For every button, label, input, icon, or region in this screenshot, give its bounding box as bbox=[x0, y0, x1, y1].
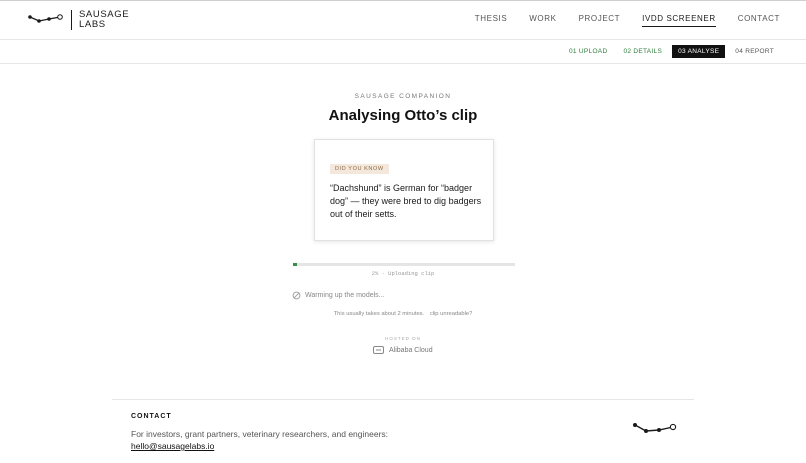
step-analyse[interactable]: 03 ANALYSE bbox=[672, 45, 726, 58]
hosted-provider[interactable]: Alibaba Cloud bbox=[373, 346, 433, 354]
status-text: Warming up the models... bbox=[305, 292, 385, 299]
hosted-provider-name: Alibaba Cloud bbox=[389, 346, 433, 354]
page-eyebrow: SAUSAGE COMPANION bbox=[354, 93, 452, 100]
logo[interactable]: SAUSAGE LABS bbox=[28, 10, 129, 30]
nav-work[interactable]: WORK bbox=[529, 14, 556, 27]
sausage-dog-logo-icon bbox=[28, 14, 63, 23]
nav-thesis[interactable]: THESIS bbox=[475, 14, 508, 27]
did-you-know-tag: DID YOU KNOW bbox=[330, 164, 389, 174]
hosted-label: HOSTED ON bbox=[385, 336, 421, 341]
nav-contact[interactable]: CONTACT bbox=[738, 14, 780, 27]
clip-unreadable-link[interactable]: clip unreadable? bbox=[430, 311, 473, 317]
fact-card: DID YOU KNOW “Dachshund” is German for “… bbox=[314, 139, 494, 241]
nav-project[interactable]: PROJECT bbox=[579, 14, 621, 27]
logo-divider bbox=[71, 10, 72, 30]
sausage-dog-logo-icon bbox=[633, 423, 677, 433]
step-report[interactable]: 04 REPORT bbox=[729, 45, 780, 58]
progress-label: 2% · Uploading clip bbox=[371, 270, 435, 277]
fact-text: “Dachshund” is German for “badger dog” —… bbox=[330, 183, 482, 219]
contact-email-link[interactable]: hello@sausagelabs.io bbox=[131, 441, 214, 451]
hint-row: This usually takes about 2 minutes. clip… bbox=[0, 311, 806, 317]
step-upload[interactable]: 01 UPLOAD bbox=[563, 45, 613, 58]
contact-text: For investors, grant partners, veterinar… bbox=[131, 429, 389, 439]
step-details[interactable]: 02 DETAILS bbox=[617, 45, 668, 58]
nav-ivdd-screener[interactable]: IVDD SCREENER bbox=[642, 14, 716, 27]
progress-bar bbox=[293, 263, 515, 266]
site-header: SAUSAGE LABS THESIS WORK PROJECT IVDD SC… bbox=[0, 1, 806, 40]
footer-divider bbox=[112, 399, 694, 400]
paw-loading-icon bbox=[292, 291, 301, 300]
cloud-icon bbox=[373, 346, 384, 354]
logo-line-2: LABS bbox=[79, 19, 106, 30]
page-title: Analysing Otto’s clip bbox=[328, 107, 478, 124]
progress-fill bbox=[293, 263, 298, 266]
logo-wordmark: SAUSAGE LABS bbox=[79, 10, 129, 30]
status-row: Warming up the models... bbox=[292, 291, 385, 300]
step-nav: 01 UPLOAD 02 DETAILS 03 ANALYSE 04 REPOR… bbox=[0, 41, 806, 64]
main-nav: THESIS WORK PROJECT IVDD SCREENER CONTAC… bbox=[453, 14, 780, 27]
hint-text: This usually takes about 2 minutes. bbox=[333, 311, 425, 317]
contact-heading: CONTACT bbox=[131, 413, 172, 420]
